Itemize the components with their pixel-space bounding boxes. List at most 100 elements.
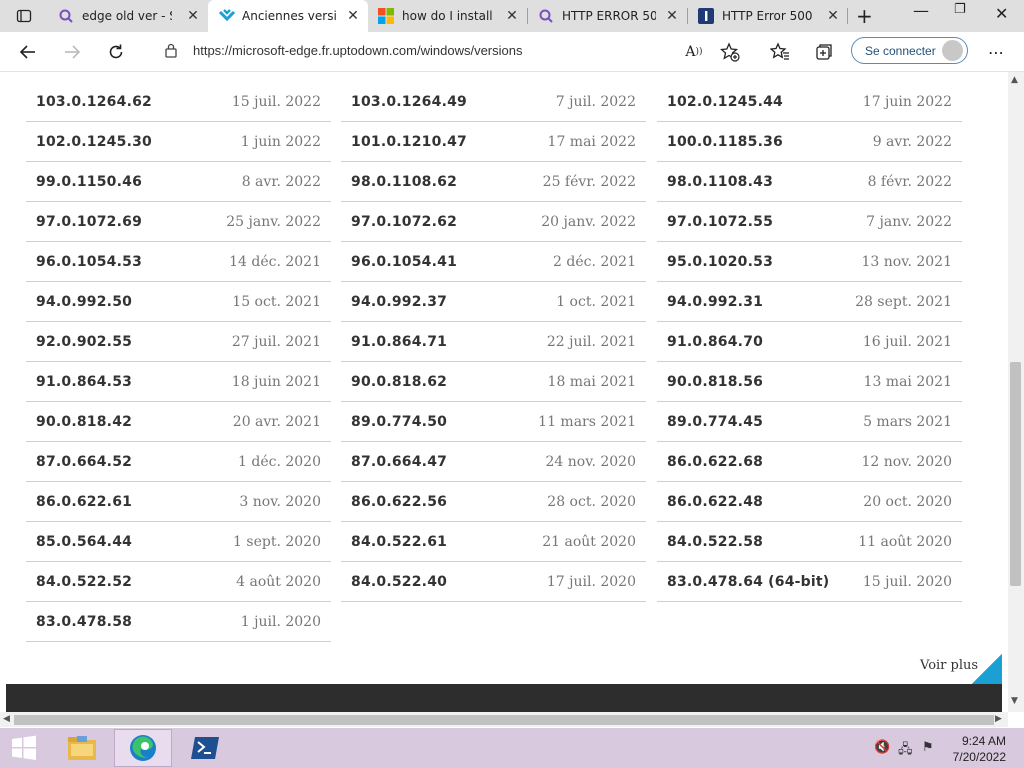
version-row[interactable]: 86.0.622.61 3 nov. 2020 bbox=[26, 482, 331, 522]
version-row[interactable]: 91.0.864.70 16 juil. 2021 bbox=[657, 322, 962, 362]
version-row[interactable]: 94.0.992.37 1 oct. 2021 bbox=[341, 282, 646, 322]
file-explorer-button[interactable] bbox=[54, 729, 112, 767]
version-row[interactable]: 98.0.1108.43 8 févr. 2022 bbox=[657, 162, 962, 202]
new-tab-button[interactable]: + bbox=[856, 4, 873, 28]
version-row[interactable]: 87.0.664.47 24 nov. 2020 bbox=[341, 442, 646, 482]
restore-button[interactable]: ❐ bbox=[954, 2, 966, 17]
version-row[interactable]: 94.0.992.50 15 oct. 2021 bbox=[26, 282, 331, 322]
version-row[interactable]: 89.0.774.50 11 mars 2021 bbox=[341, 402, 646, 442]
version-row[interactable]: 86.0.622.56 28 oct. 2020 bbox=[341, 482, 646, 522]
version-row[interactable]: 85.0.564.44 1 sept. 2020 bbox=[26, 522, 331, 562]
version-row[interactable]: 91.0.864.71 22 juil. 2021 bbox=[341, 322, 646, 362]
close-icon[interactable]: ✕ bbox=[505, 8, 519, 24]
back-arrow-icon[interactable] bbox=[16, 40, 40, 64]
add-favorite-icon[interactable] bbox=[718, 40, 742, 64]
version-date: 17 juin 2022 bbox=[862, 94, 952, 110]
sign-in-button[interactable]: Se connecter bbox=[851, 37, 968, 64]
sign-in-label: Se connecter bbox=[865, 44, 936, 58]
scroll-up-arrow-icon[interactable]: ▲ bbox=[1011, 75, 1018, 85]
forward-arrow-icon[interactable] bbox=[60, 40, 84, 64]
footer-bar bbox=[6, 684, 1002, 712]
edge-icon bbox=[130, 735, 156, 761]
version-number: 83.0.478.64 (64-bit) bbox=[667, 574, 830, 590]
version-row[interactable]: 99.0.1150.46 8 avr. 2022 bbox=[26, 162, 331, 202]
version-row[interactable]: 96.0.1054.53 14 déc. 2021 bbox=[26, 242, 331, 282]
tab-label: edge old ver - Se bbox=[82, 9, 172, 23]
version-date: 17 mai 2022 bbox=[547, 134, 636, 150]
refresh-icon[interactable] bbox=[104, 40, 128, 64]
tab-label: HTTP ERROR 500 bbox=[562, 9, 656, 23]
see-more-link[interactable]: Voir plus bbox=[920, 658, 978, 673]
version-date: 13 nov. 2021 bbox=[861, 254, 953, 270]
network-icon[interactable]: 🖧 bbox=[898, 740, 913, 762]
version-number: 84.0.522.58 bbox=[667, 534, 764, 550]
version-row[interactable]: 92.0.902.55 27 juil. 2021 bbox=[26, 322, 331, 362]
start-button[interactable] bbox=[0, 729, 48, 767]
version-row[interactable]: 83.0.478.64 (64-bit) 15 juil. 2020 bbox=[657, 562, 962, 602]
close-window-button[interactable]: ✕ bbox=[995, 4, 1008, 23]
tab-label: how do I install o bbox=[402, 9, 494, 23]
read-aloud-icon[interactable]: A)) bbox=[682, 40, 706, 64]
tab-separator bbox=[847, 8, 848, 24]
version-row[interactable]: 84.0.522.58 11 août 2020 bbox=[657, 522, 962, 562]
tab-4[interactable]: HTTP Error 500 (I ✕ bbox=[688, 0, 846, 32]
version-row[interactable]: 95.0.1020.53 13 nov. 2021 bbox=[657, 242, 962, 282]
version-row[interactable]: 100.0.1185.36 9 avr. 2022 bbox=[657, 122, 962, 162]
version-row[interactable]: 84.0.522.52 4 août 2020 bbox=[26, 562, 331, 602]
close-icon[interactable]: ✕ bbox=[346, 8, 360, 24]
version-row[interactable]: 90.0.818.56 13 mai 2021 bbox=[657, 362, 962, 402]
version-row[interactable]: 86.0.622.48 20 oct. 2020 bbox=[657, 482, 962, 522]
action-center-icon[interactable]: ⚑ bbox=[922, 740, 934, 755]
version-number: 86.0.622.56 bbox=[351, 494, 448, 510]
close-icon[interactable]: ✕ bbox=[186, 8, 200, 24]
close-icon[interactable]: ✕ bbox=[665, 8, 679, 24]
scrollbar-thumb[interactable] bbox=[14, 715, 994, 725]
more-menu-icon[interactable]: ⋯ bbox=[984, 40, 1008, 64]
powershell-button[interactable] bbox=[176, 729, 234, 767]
version-row[interactable]: 91.0.864.53 18 juin 2021 bbox=[26, 362, 331, 402]
version-number: 89.0.774.45 bbox=[667, 414, 764, 430]
favorites-icon[interactable] bbox=[768, 40, 792, 64]
version-row[interactable]: 90.0.818.62 18 mai 2021 bbox=[341, 362, 646, 402]
version-row[interactable]: 97.0.1072.62 20 janv. 2022 bbox=[341, 202, 646, 242]
version-row[interactable]: 84.0.522.40 17 juil. 2020 bbox=[341, 562, 646, 602]
tab-3[interactable]: HTTP ERROR 500 ✕ bbox=[528, 0, 686, 32]
version-number: 94.0.992.37 bbox=[351, 294, 448, 310]
version-row[interactable]: 89.0.774.45 5 mars 2021 bbox=[657, 402, 962, 442]
scrollbar-thumb[interactable] bbox=[1010, 362, 1021, 586]
windows-logo-icon bbox=[12, 735, 36, 760]
version-row[interactable]: 84.0.522.61 21 août 2020 bbox=[341, 522, 646, 562]
vertical-scrollbar[interactable]: ▲ ▼ bbox=[1008, 72, 1024, 712]
lock-icon[interactable] bbox=[164, 42, 178, 62]
scroll-right-arrow-icon[interactable]: ▶ bbox=[995, 714, 1002, 724]
close-icon[interactable]: ✕ bbox=[826, 8, 840, 24]
tab-0[interactable]: edge old ver - Se ✕ bbox=[48, 0, 206, 32]
version-row[interactable]: 98.0.1108.62 25 févr. 2022 bbox=[341, 162, 646, 202]
minimize-button[interactable]: — bbox=[913, 1, 929, 20]
tab-2[interactable]: how do I install o ✕ bbox=[368, 0, 526, 32]
system-clock[interactable]: 9:24 AM 7/20/2022 bbox=[946, 733, 1006, 765]
version-row[interactable]: 87.0.664.52 1 déc. 2020 bbox=[26, 442, 331, 482]
volume-muted-icon[interactable]: 🔇 bbox=[874, 740, 890, 755]
version-row[interactable]: 103.0.1264.49 7 juil. 2022 bbox=[341, 82, 646, 122]
version-row[interactable]: 101.0.1210.47 17 mai 2022 bbox=[341, 122, 646, 162]
scroll-down-arrow-icon[interactable]: ▼ bbox=[1011, 696, 1018, 706]
tab-1[interactable]: Anciennes version ✕ bbox=[208, 0, 368, 32]
version-row[interactable]: 102.0.1245.30 1 juin 2022 bbox=[26, 122, 331, 162]
version-row[interactable]: 83.0.478.58 1 juil. 2020 bbox=[26, 602, 331, 642]
version-row[interactable]: 96.0.1054.41 2 déc. 2021 bbox=[341, 242, 646, 282]
version-row[interactable]: 102.0.1245.44 17 juin 2022 bbox=[657, 82, 962, 122]
version-date: 17 juil. 2020 bbox=[546, 574, 636, 590]
collections-icon[interactable] bbox=[812, 40, 836, 64]
version-row[interactable]: 97.0.1072.55 7 janv. 2022 bbox=[657, 202, 962, 242]
scroll-left-arrow-icon[interactable]: ◀ bbox=[3, 714, 10, 724]
version-row[interactable]: 90.0.818.42 20 avr. 2021 bbox=[26, 402, 331, 442]
horizontal-scrollbar[interactable]: ◀ ▶ bbox=[0, 712, 1008, 727]
edge-taskbar-button[interactable] bbox=[114, 729, 172, 767]
version-row[interactable]: 103.0.1264.62 15 juil. 2022 bbox=[26, 82, 331, 122]
version-number: 86.0.622.61 bbox=[36, 494, 133, 510]
version-row[interactable]: 94.0.992.31 28 sept. 2021 bbox=[657, 282, 962, 322]
version-row[interactable]: 97.0.1072.69 25 janv. 2022 bbox=[26, 202, 331, 242]
tab-actions-icon[interactable] bbox=[12, 4, 36, 28]
version-row[interactable]: 86.0.622.68 12 nov. 2020 bbox=[657, 442, 962, 482]
